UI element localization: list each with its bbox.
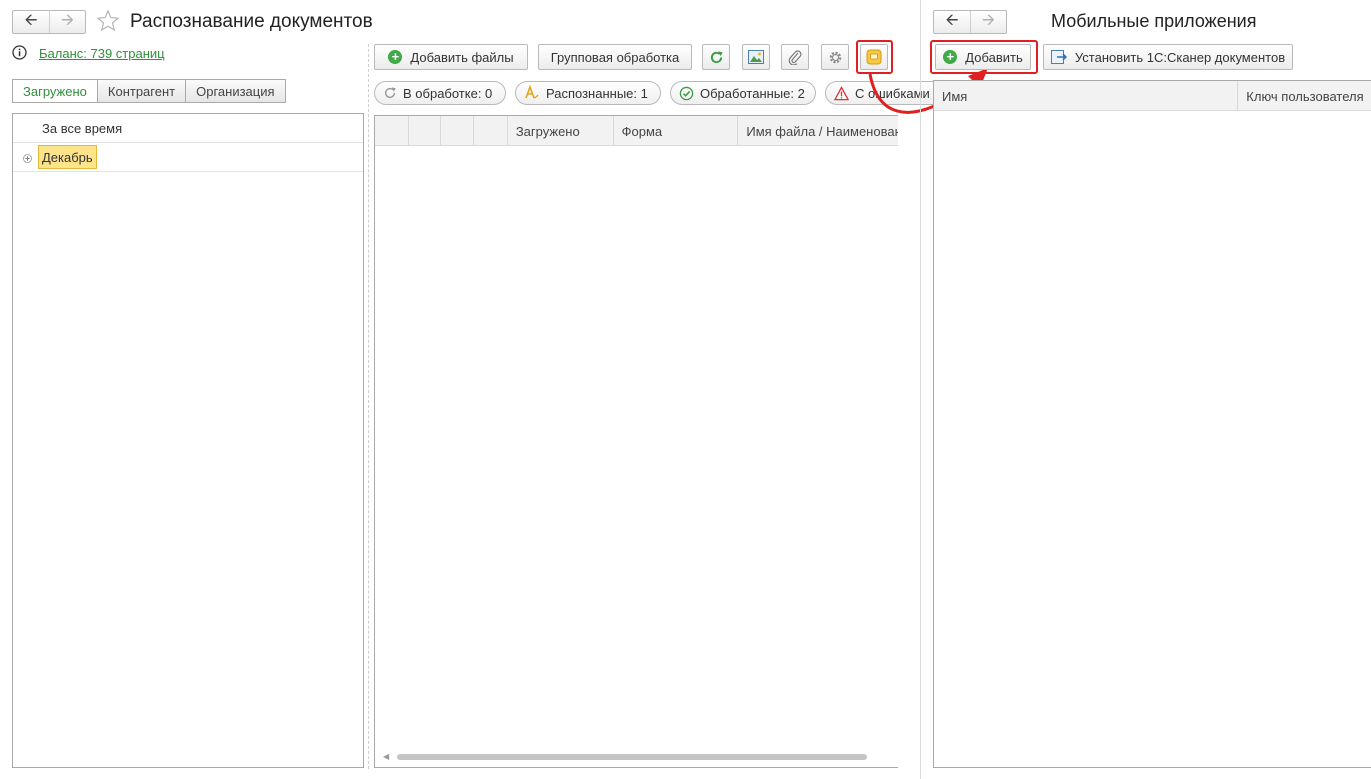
refresh-icon <box>384 87 396 99</box>
tree-item-label: Декабрь <box>38 145 97 169</box>
left-nav-group: 🡨 🡪 <box>12 10 86 34</box>
right-back-button[interactable]: 🡨 <box>934 11 970 33</box>
tab-uploaded[interactable]: Загружено <box>13 80 97 102</box>
highlight-frame-add <box>930 40 1038 74</box>
mobile-apps-grid: Имя Ключ пользователя <box>933 80 1371 768</box>
image-button[interactable] <box>742 44 770 70</box>
check-circle-icon <box>679 86 694 100</box>
back-button[interactable]: 🡨 <box>13 11 49 33</box>
attach-button[interactable] <box>781 44 809 70</box>
filter-processed-label: Обработанные: 2 <box>700 85 805 101</box>
image-icon <box>748 50 764 64</box>
period-tree: За все время Декабрь <box>12 113 364 768</box>
filter-in-progress[interactable]: В обработке: 0 <box>374 81 506 105</box>
paperclip-icon <box>788 50 802 65</box>
documents-grid: Загружено Форма Имя файла / Наименование… <box>374 115 898 768</box>
column-header-uploaded[interactable]: Загружено <box>508 116 614 146</box>
right-nav-group: 🡨 🡪 <box>933 10 1007 34</box>
filter-recognized[interactable]: Распознанные: 1 <box>515 81 661 105</box>
page-title: Распознавание документов <box>130 11 373 32</box>
column-header-icon-2[interactable] <box>409 116 441 146</box>
install-scanner-button[interactable]: Установить 1С:Сканер документов <box>1043 44 1293 70</box>
documents-grid-header: Загружено Форма Имя файла / Наименование <box>375 116 898 146</box>
right-page-title: Мобильные приложения <box>1051 11 1257 31</box>
settings-button[interactable] <box>821 44 849 70</box>
add-files-label: Добавить файлы <box>410 49 514 65</box>
warning-icon <box>834 85 849 100</box>
expand-plus-icon[interactable] <box>23 151 32 163</box>
balance-link[interactable]: Баланс: 739 страниц <box>39 46 165 61</box>
tree-row-all-time[interactable]: За все время <box>13 114 363 143</box>
favorite-star-icon[interactable] <box>96 9 120 33</box>
install-icon <box>1050 50 1067 64</box>
filter-recognized-label: Распознанные: 1 <box>546 85 648 101</box>
add-files-button[interactable]: + Добавить файлы <box>374 44 528 70</box>
column-header-icon-3[interactable] <box>441 116 474 146</box>
refresh-icon <box>710 50 723 63</box>
forward-button[interactable]: 🡪 <box>49 11 85 33</box>
recognized-icon <box>525 85 539 99</box>
window-divider <box>920 0 921 779</box>
refresh-button[interactable] <box>702 44 730 70</box>
right-forward-button[interactable]: 🡪 <box>970 11 1006 33</box>
column-header-name[interactable]: Имя <box>934 81 1239 111</box>
tab-organization[interactable]: Организация <box>185 80 285 102</box>
horizontal-scrollbar-thumb[interactable] <box>397 754 867 760</box>
filter-in-progress-label: В обработке: 0 <box>403 85 493 101</box>
tab-counterparty[interactable]: Контрагент <box>96 80 186 102</box>
group-processing-button[interactable]: Групповая обработка <box>538 44 692 70</box>
install-scanner-label: Установить 1С:Сканер документов <box>1074 49 1286 65</box>
panel-splitter[interactable] <box>368 44 369 769</box>
filter-tabs: Загружено Контрагент Организация <box>12 79 286 103</box>
column-header-user-key[interactable]: Ключ пользователя <box>1238 81 1371 111</box>
group-processing-label: Групповая обработка <box>550 49 680 65</box>
mobile-apps-grid-header: Имя Ключ пользователя <box>934 81 1371 111</box>
scroll-left-arrow[interactable]: ◀ <box>383 752 391 762</box>
column-header-icon-1[interactable] <box>375 116 409 146</box>
plus-circle-icon: + <box>388 50 403 64</box>
tree-row-december[interactable]: Декабрь <box>13 143 363 172</box>
column-header-form[interactable]: Форма <box>614 116 739 146</box>
info-icon <box>12 45 27 60</box>
filter-processed[interactable]: Обработанные: 2 <box>670 81 816 105</box>
tree-header-label: За все время <box>42 121 123 136</box>
column-header-icon-4[interactable] <box>474 116 508 146</box>
gear-icon <box>829 51 841 63</box>
